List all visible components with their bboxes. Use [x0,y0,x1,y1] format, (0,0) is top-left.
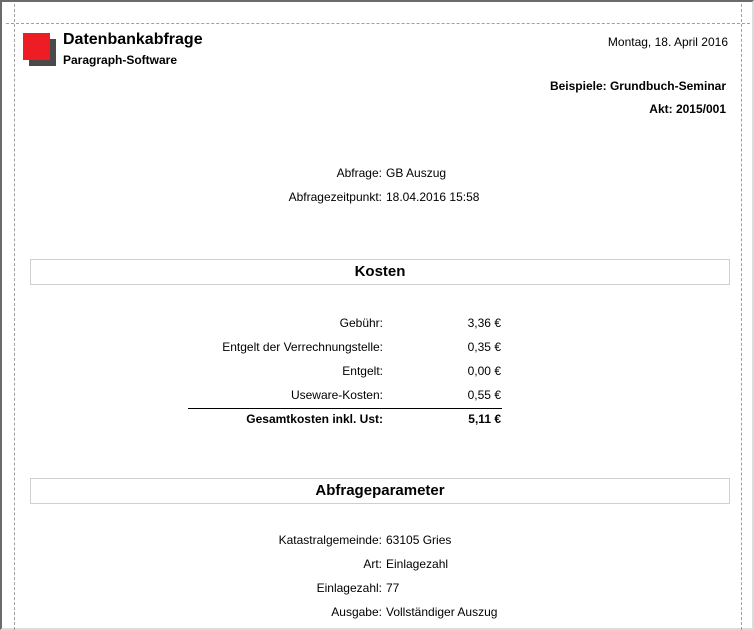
parameter-row: Art: Einlagezahl [2,557,754,573]
total-divider [188,408,502,409]
file-number: Akt: 2015/001 [649,102,726,116]
costs-heading: Kosten [30,259,730,285]
cost-label: Entgelt: [342,364,383,378]
query-time-value: 18.04.2016 15:58 [386,190,480,204]
margin-guide-top [6,23,750,24]
query-time-row: Abfragezeitpunkt: 18.04.2016 15:58 [2,190,754,206]
parameter-row: Einlagezahl: 77 [2,581,754,597]
report-date: Montag, 18. April 2016 [607,35,728,49]
cost-amount: 0,35 € [467,340,501,354]
cost-row: Gebühr: 3,36 € [2,316,754,332]
parameter-value: Vollständiger Auszug [386,605,498,619]
query-value: GB Auszug [386,166,447,180]
query-row: Abfrage: GB Auszug [2,166,754,182]
parameter-label: Ausgabe: [331,605,382,619]
cost-row: Useware-Kosten: 0,55 € [2,388,754,404]
report-page: Datenbankabfrage Paragraph-Software Mont… [0,0,754,630]
total-cost-label: Gesamtkosten inkl. Ust: [246,412,383,426]
total-cost-row: Gesamtkosten inkl. Ust: 5,11 € [2,412,754,428]
query-label: Abfrage: [336,166,382,180]
parameter-row: Ausgabe: Vollständiger Auszug [2,605,754,621]
parameters-heading: Abfrageparameter [30,478,730,504]
parameter-value: Einlagezahl [386,557,449,571]
parameter-row: Katastralgemeinde: 63105 Gries [2,533,754,549]
cost-label: Useware-Kosten: [290,388,383,402]
company-name: Paragraph-Software [63,53,178,67]
cost-label: Entgelt der Verrechnungstelle: [222,340,383,354]
parameter-value: 77 [386,581,400,595]
example-name: Beispiele: Grundbuch-Seminar [549,79,726,93]
cost-amount: 3,36 € [467,316,501,330]
paragraph-logo-icon [23,33,57,67]
query-time-label: Abfragezeitpunkt: [288,190,382,204]
cost-label: Gebühr: [339,316,383,330]
cost-row: Entgelt: 0,00 € [2,364,754,380]
report-title: Datenbankabfrage [63,31,203,48]
cost-row: Entgelt der Verrechnungstelle: 0,35 € [2,340,754,356]
total-cost-amount: 5,11 € [468,412,501,426]
cost-amount: 0,55 € [467,388,501,402]
parameter-label: Einlagezahl: [316,581,382,595]
parameter-value: 63105 Gries [386,533,452,547]
parameter-label: Art: [363,557,382,571]
cost-amount: 0,00 € [467,364,501,378]
parameter-label: Katastralgemeinde: [278,533,382,547]
